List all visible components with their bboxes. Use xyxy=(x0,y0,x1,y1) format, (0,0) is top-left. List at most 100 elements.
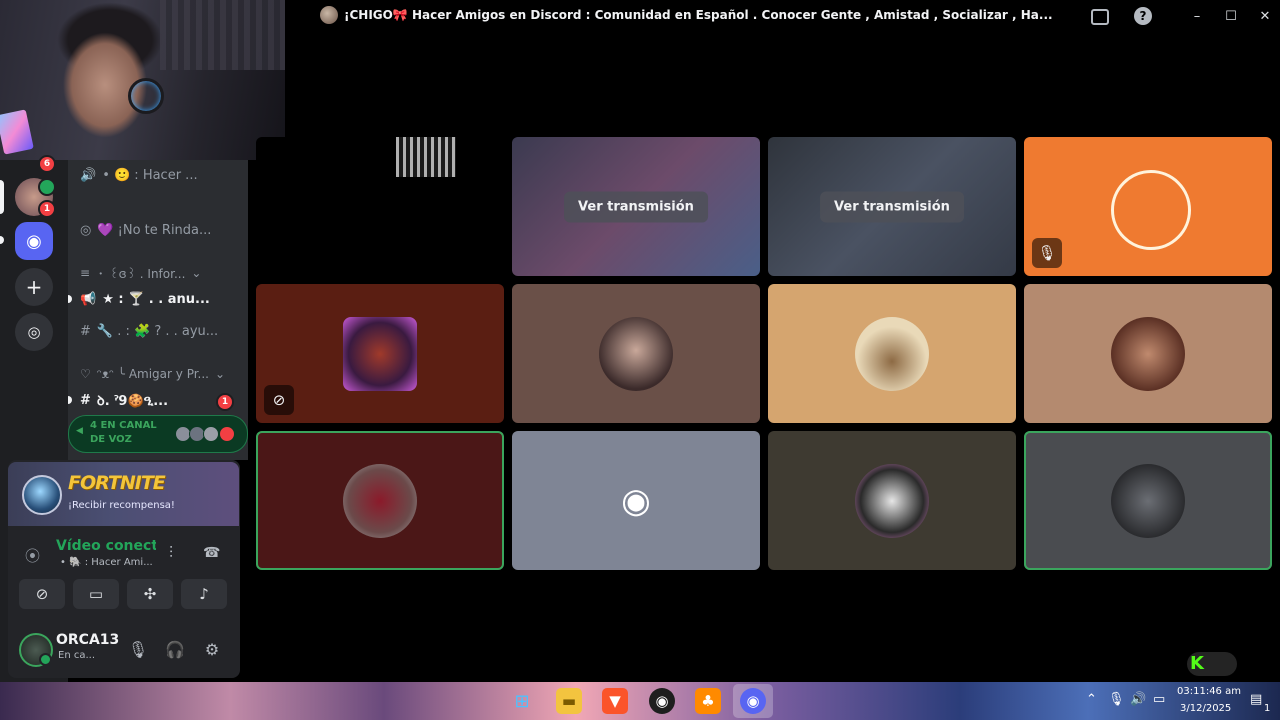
network-icon[interactable]: ▭ xyxy=(1153,692,1165,707)
video-tile[interactable]: 🎙 xyxy=(1024,137,1272,276)
avatar xyxy=(1111,316,1185,391)
video-tile[interactable] xyxy=(768,431,1016,570)
megaphone-icon: 📢 xyxy=(80,291,97,307)
category-label: ・ ꒰ɞ꒱ . Infor... xyxy=(96,267,186,281)
avatar xyxy=(855,463,929,538)
add-server-icon[interactable]: + xyxy=(15,268,53,306)
server-badge: 1 xyxy=(38,200,56,218)
speaker-icon: 🔊 xyxy=(80,167,97,183)
avatar xyxy=(599,316,673,391)
channel-label: • 🙂 : Hacer ... xyxy=(102,167,198,183)
avatar xyxy=(343,316,417,391)
selected-indicator xyxy=(0,180,4,214)
minimize-button[interactable]: – xyxy=(1185,6,1209,26)
mention-badge: 1 xyxy=(216,393,234,411)
explore-icon[interactable]: ◎ xyxy=(15,313,53,351)
maximize-button[interactable]: ☐ xyxy=(1219,6,1243,26)
video-tile[interactable] xyxy=(256,137,504,276)
live-icon xyxy=(219,426,235,442)
window-title: ¡CHIGO🎀 Hacer Amigos en Discord : Comuni… xyxy=(344,8,1053,22)
video-tile[interactable] xyxy=(512,284,760,423)
muted-mic-icon: 🎙 xyxy=(1032,238,1062,268)
chevron-down-icon: ⌄ xyxy=(215,367,226,381)
noise-suppression-icon[interactable]: ⫶ xyxy=(169,543,173,563)
video-tile[interactable] xyxy=(1024,284,1272,423)
category-header[interactable]: ≡ ・ ꒰ɞ꒱ . Infor... ⌄ xyxy=(80,262,201,284)
microphone-icon[interactable]: 🎙 xyxy=(128,639,148,659)
soundboard-button[interactable]: ♪ xyxy=(181,579,227,609)
text-channel[interactable]: # ꝺ. ˀ9🍪ዒ... xyxy=(80,389,168,411)
stage-channel[interactable]: ◎ 💜 ¡No te Rinda... xyxy=(80,219,211,241)
video-feed xyxy=(396,137,456,177)
channel-label: ꝺ. ˀ9🍪ዒ... xyxy=(96,394,169,409)
stage-icon: ◎ xyxy=(80,222,92,238)
camera-off-button[interactable]: ⊘ xyxy=(19,579,65,609)
help-icon[interactable]: ? xyxy=(1134,7,1152,25)
headphone-icon xyxy=(128,78,164,114)
category-icon: ≡ xyxy=(80,266,91,280)
video-tile[interactable]: ⊘ xyxy=(256,284,504,423)
activities-button[interactable]: ✣ xyxy=(127,579,173,609)
watch-stream-button[interactable]: Ver transmisión xyxy=(564,191,708,222)
channel-label: 🔧 . : 🧩 ? . . ayu... xyxy=(96,323,219,339)
watch-stream-button[interactable]: Ver transmisión xyxy=(820,191,964,222)
voice-channel-name[interactable]: • 🐘 : Hacer Ami... xyxy=(60,557,153,568)
file-explorer-icon[interactable]: ▬ xyxy=(556,688,582,714)
obs-icon[interactable]: ◉ xyxy=(649,688,675,714)
avatar xyxy=(1111,463,1185,538)
discord-icon[interactable]: ◉ xyxy=(740,688,766,714)
category-header[interactable]: ♡ ᵔᴥᵔ ╰ Amigar y Pr... ⌄ xyxy=(80,363,225,385)
discord-icon[interactable]: ◉ xyxy=(15,222,53,260)
inbox-icon[interactable] xyxy=(1091,9,1109,25)
hash-icon: # xyxy=(80,323,91,339)
video-tile[interactable] xyxy=(1024,431,1272,570)
avatar xyxy=(343,463,417,538)
brave-browser-icon[interactable]: ▼ xyxy=(602,688,628,714)
avatar xyxy=(1111,169,1191,250)
channel-label: ★ : 🍸 . . anu... xyxy=(102,291,210,307)
discord-icon: ◉ xyxy=(621,480,651,521)
text-channel[interactable]: # 🔧 . : 🧩 ? . . ayu... xyxy=(80,320,218,342)
kick-icon: K xyxy=(1190,653,1204,674)
avatar xyxy=(855,316,929,391)
user-status: En ca... xyxy=(58,650,95,661)
avatar xyxy=(203,426,219,442)
signal-icon[interactable]: ⦿ xyxy=(25,545,40,566)
fl-studio-icon[interactable]: ♣ xyxy=(695,688,721,714)
voice-activity-icon xyxy=(38,178,56,196)
announcement-channel[interactable]: 📢 ★ : 🍸 . . anu... xyxy=(80,288,210,310)
server-badge: 6 xyxy=(38,155,56,173)
channel-label: 💜 ¡No te Rinda... xyxy=(97,222,212,238)
volume-icon[interactable]: 🔊 xyxy=(1130,692,1146,707)
server-avatar xyxy=(320,6,338,24)
category-label: ᵔᴥᵔ ╰ Amigar y Pr... xyxy=(96,367,209,381)
notification-count: 1 xyxy=(1264,703,1271,714)
notification-icon[interactable]: ▤ xyxy=(1250,692,1262,707)
stream-tile[interactable]: Ver transmisión xyxy=(512,137,760,276)
chevron-up-icon[interactable]: ⌃ xyxy=(1086,692,1097,707)
webcam-background xyxy=(160,0,285,70)
claim-reward-link[interactable]: ¡Recibir recompensa! xyxy=(68,500,175,511)
hash-icon: # xyxy=(80,392,91,408)
disconnect-icon[interactable]: ☎ xyxy=(203,545,220,561)
microphone-icon[interactable]: 🎙 xyxy=(1108,692,1125,707)
close-button[interactable]: ✕ xyxy=(1253,6,1277,26)
voice-pill-label: 4 EN CANAL DE VOZ xyxy=(90,420,157,445)
game-icon xyxy=(22,475,62,515)
gear-icon[interactable]: ⚙ xyxy=(202,639,222,659)
video-tile[interactable]: ◉ xyxy=(512,431,760,570)
heart-icon: ♡ xyxy=(80,367,91,381)
username[interactable]: ORCA13 xyxy=(56,632,119,648)
video-tile[interactable] xyxy=(768,284,1016,423)
chevron-down-icon: ⌄ xyxy=(191,266,202,280)
speaker-icon: ◀ xyxy=(76,426,83,436)
voice-status[interactable]: Vídeo conectad xyxy=(56,538,156,554)
clock-date[interactable]: 3/12/2025 xyxy=(1180,703,1231,714)
headphones-icon[interactable]: 🎧 xyxy=(165,639,185,659)
clock-time[interactable]: 03:11:46 am xyxy=(1177,686,1241,697)
voice-channel[interactable]: 🔊 • 🙂 : Hacer ... xyxy=(80,164,198,186)
screen-share-button[interactable]: ▭ xyxy=(73,579,119,609)
stream-tile[interactable]: Ver transmisión xyxy=(768,137,1016,276)
windows-start-icon[interactable]: ⊞ xyxy=(509,688,535,714)
video-tile[interactable] xyxy=(256,431,504,570)
